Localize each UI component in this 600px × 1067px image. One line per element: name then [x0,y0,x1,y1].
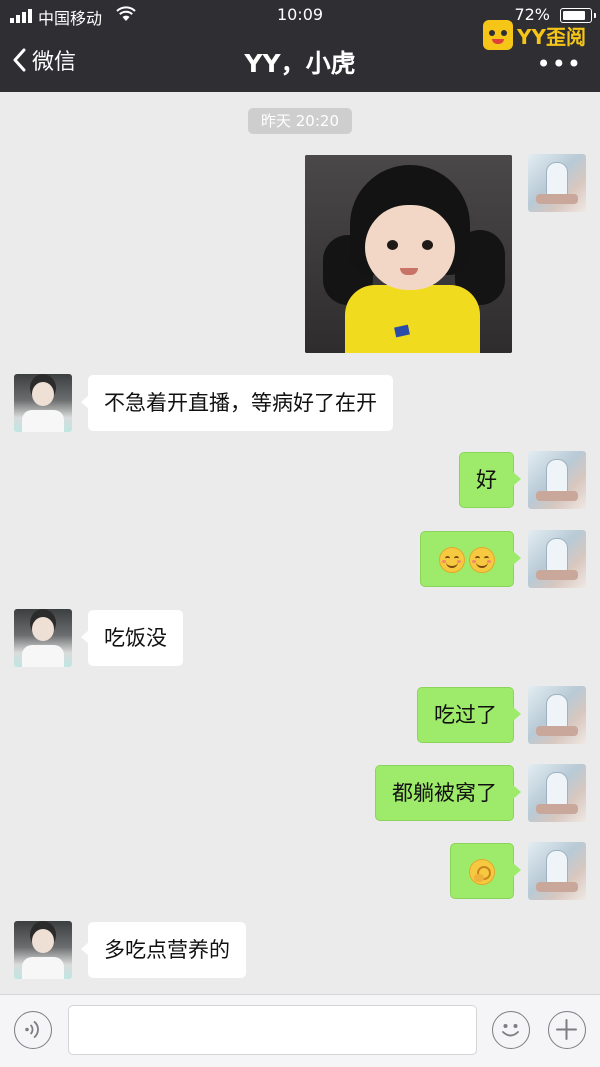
image-message[interactable] [305,155,512,353]
watermark-logo: YY歪阅 [483,20,586,50]
my-avatar[interactable] [528,686,586,744]
photo-shirt [345,285,480,353]
voice-input-button[interactable] [14,1011,52,1049]
outgoing-message-bubble[interactable]: 好 [459,452,521,508]
outgoing-message-bubble[interactable]: 都躺被窝了 [375,765,521,821]
incoming-message-bubble[interactable]: 不急着开直播，等病好了在开 [81,375,393,431]
top-bar: 中国移动 10:09 72% 微信 YY，小虎 ••• YY歪阅 [0,0,600,92]
photo-face [365,205,455,290]
photo-eye [422,240,433,250]
emoji-icon [502,1024,519,1037]
incoming-message-bubble[interactable]: 吃饭没 [81,610,183,666]
smile-blush-emoji-icon [439,547,465,573]
message-timestamp: 昨天 20:20 [248,108,352,134]
contact-avatar[interactable] [14,374,72,432]
message-input[interactable] [68,1005,477,1055]
my-avatar[interactable] [528,451,586,509]
my-avatar[interactable] [528,154,586,212]
emoji-button[interactable] [492,1011,530,1049]
contact-avatar[interactable] [14,921,72,979]
contact-avatar[interactable] [14,609,72,667]
photo-eye [387,240,398,250]
battery-tip [594,13,596,18]
smile-blush-emoji-icon [469,547,495,573]
chat-area[interactable]: 昨天 20:20 不急着开直播，等病好了在开 好 吃饭没 吃过了 都躺被窝了 多… [0,92,600,994]
watermark-face-icon [483,20,514,50]
plus-icon [556,1019,577,1040]
my-avatar[interactable] [528,764,586,822]
more-functions-button[interactable] [548,1011,586,1049]
battery-fill [563,11,585,20]
hand-gesture-emoji-icon [469,859,495,885]
incoming-message-bubble[interactable]: 多吃点营养的 [81,922,246,978]
voice-icon [25,1020,39,1039]
my-avatar[interactable] [528,530,586,588]
more-options-button[interactable]: ••• [537,50,582,78]
input-bar [0,994,600,1067]
watermark-text: YY歪阅 [517,24,586,49]
outgoing-message-bubble[interactable]: 吃过了 [417,687,521,743]
outgoing-message-bubble[interactable] [450,843,521,899]
outgoing-message-bubble[interactable] [420,531,521,587]
my-avatar[interactable] [528,842,586,900]
